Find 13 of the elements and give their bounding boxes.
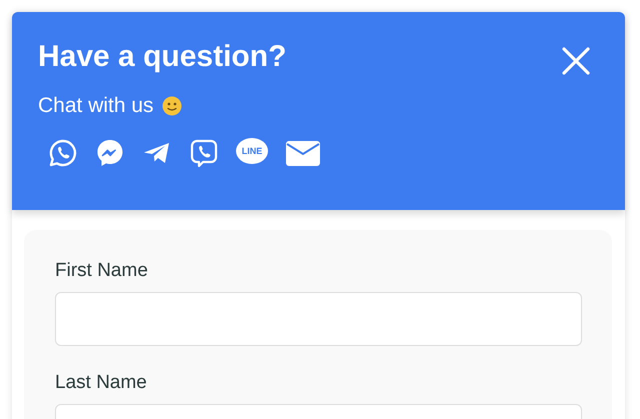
close-button[interactable] xyxy=(561,46,591,76)
widget-subtitle: Chat with us xyxy=(38,94,154,118)
phone-bubble-icon[interactable] xyxy=(189,138,219,168)
text-input-field[interactable] xyxy=(55,292,582,346)
line-chat-bubble-icon[interactable]: LINE xyxy=(236,138,268,164)
smiley-icon xyxy=(162,96,182,116)
field-label: First Name xyxy=(55,260,149,282)
phone-bubble-icon[interactable] xyxy=(48,138,78,168)
chat-bubble-icon[interactable] xyxy=(95,138,125,168)
envelope-icon[interactable] xyxy=(285,138,321,168)
field-label: Last Name xyxy=(55,372,148,394)
close-icon xyxy=(561,46,591,76)
widget-title: Have a question? xyxy=(38,39,286,75)
